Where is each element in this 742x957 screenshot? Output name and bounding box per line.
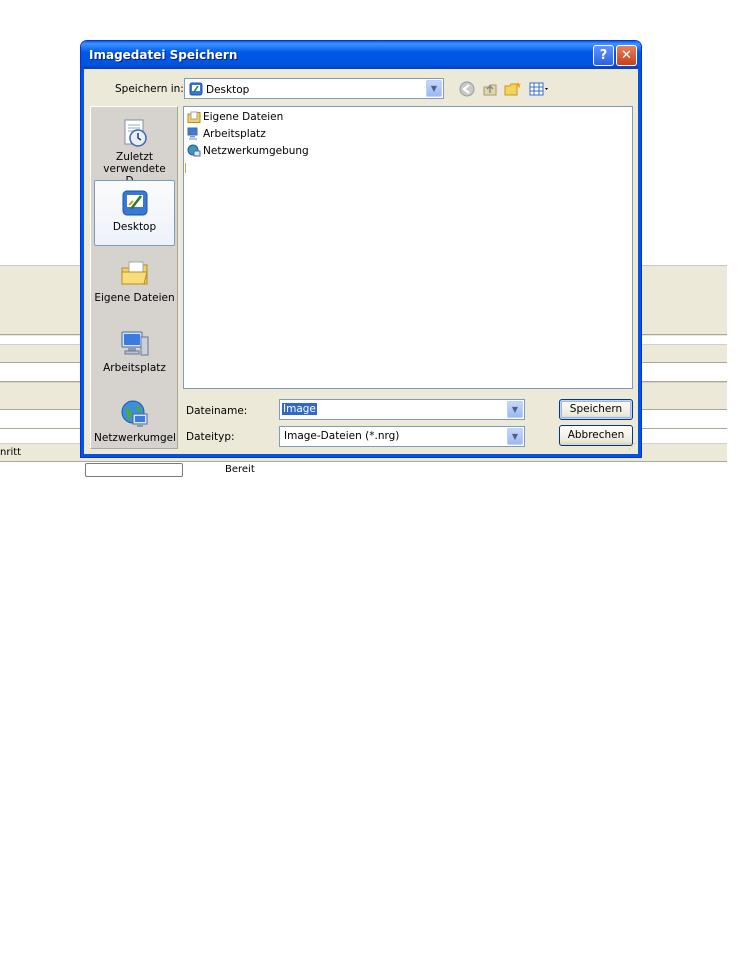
filetype-value: Image-Dateien (*.nrg) bbox=[284, 430, 400, 442]
list-item[interactable]: Arbeitsplatz bbox=[187, 127, 266, 143]
network-icon bbox=[121, 400, 147, 427]
place-network[interactable]: Netzwerkumgeb bbox=[94, 392, 175, 457]
background-status-ready: Bereit bbox=[225, 464, 255, 475]
resize-grip-icon[interactable]: ⋰ bbox=[628, 443, 638, 454]
place-label: Desktop bbox=[112, 221, 157, 233]
my-computer-icon bbox=[187, 127, 198, 140]
place-my-computer[interactable]: Arbeitsplatz bbox=[94, 322, 175, 388]
network-icon bbox=[187, 144, 201, 157]
list-item[interactable]: Eigene Dateien bbox=[187, 110, 283, 126]
my-documents-icon bbox=[121, 261, 148, 285]
file-name: Arbeitsplatz bbox=[203, 128, 266, 140]
background-status-partial: nritt bbox=[0, 447, 22, 458]
up-folder-icon[interactable] bbox=[481, 81, 499, 99]
chevron-down-icon[interactable]: ▼ bbox=[507, 428, 523, 445]
desktop-icon bbox=[122, 190, 147, 216]
chevron-down-icon[interactable]: ▼ bbox=[426, 80, 442, 97]
new-folder-icon[interactable] bbox=[504, 81, 522, 99]
filetype-label: Dateityp: bbox=[186, 431, 235, 443]
file-name: Eigene Dateien bbox=[203, 111, 284, 123]
file-list[interactable]: Eigene Dateien Arbeitsplatz Netzwerkumge… bbox=[183, 106, 633, 389]
filename-field[interactable]: Image ▼ bbox=[279, 399, 525, 420]
places-bar: Zuletzt verwendete D... Desktop Eigene D… bbox=[90, 106, 178, 449]
help-button[interactable]: ? bbox=[593, 45, 614, 66]
save-in-label: Speichern in: bbox=[115, 83, 184, 95]
back-icon[interactable] bbox=[458, 81, 476, 99]
recent-icon bbox=[124, 119, 147, 147]
save-dialog: Imagedatei Speichern ? ✕ Speichern in: D… bbox=[80, 40, 642, 458]
place-label: Arbeitsplatz bbox=[103, 362, 166, 374]
save-in-value: Desktop bbox=[206, 84, 250, 96]
dialog-title: Imagedatei Speichern bbox=[89, 48, 238, 62]
save-button[interactable]: Speichern bbox=[559, 399, 633, 420]
dialog-titlebar[interactable]: Imagedatei Speichern ? ✕ bbox=[81, 41, 641, 69]
file-name: Netzwerkumgebung bbox=[203, 145, 309, 157]
save-in-combo[interactable]: Desktop ▼ bbox=[184, 78, 444, 99]
view-menu-icon[interactable] bbox=[528, 81, 552, 99]
place-desktop[interactable]: Desktop bbox=[94, 180, 175, 246]
place-label: Netzwerkumgeb bbox=[94, 432, 175, 444]
filetype-select[interactable]: Image-Dateien (*.nrg) ▼ bbox=[279, 426, 525, 447]
close-button[interactable]: ✕ bbox=[616, 45, 637, 66]
background-progress-bar bbox=[85, 463, 183, 477]
text-cursor bbox=[185, 163, 186, 173]
place-recent[interactable]: Zuletzt verwendete D... bbox=[94, 111, 175, 187]
filename-label: Dateiname: bbox=[186, 405, 248, 417]
chevron-down-icon[interactable]: ▼ bbox=[507, 401, 523, 418]
list-item[interactable]: Netzwerkumgebung bbox=[187, 144, 309, 160]
background-divider bbox=[0, 461, 727, 462]
my-computer-icon bbox=[121, 331, 148, 356]
filename-value: Image bbox=[282, 403, 317, 415]
my-documents-icon bbox=[187, 111, 201, 123]
place-label: Eigene Dateien bbox=[94, 292, 175, 304]
desktop-icon bbox=[189, 82, 203, 96]
place-my-documents[interactable]: Eigene Dateien bbox=[94, 252, 175, 318]
cancel-button[interactable]: Abbrechen bbox=[559, 425, 633, 446]
